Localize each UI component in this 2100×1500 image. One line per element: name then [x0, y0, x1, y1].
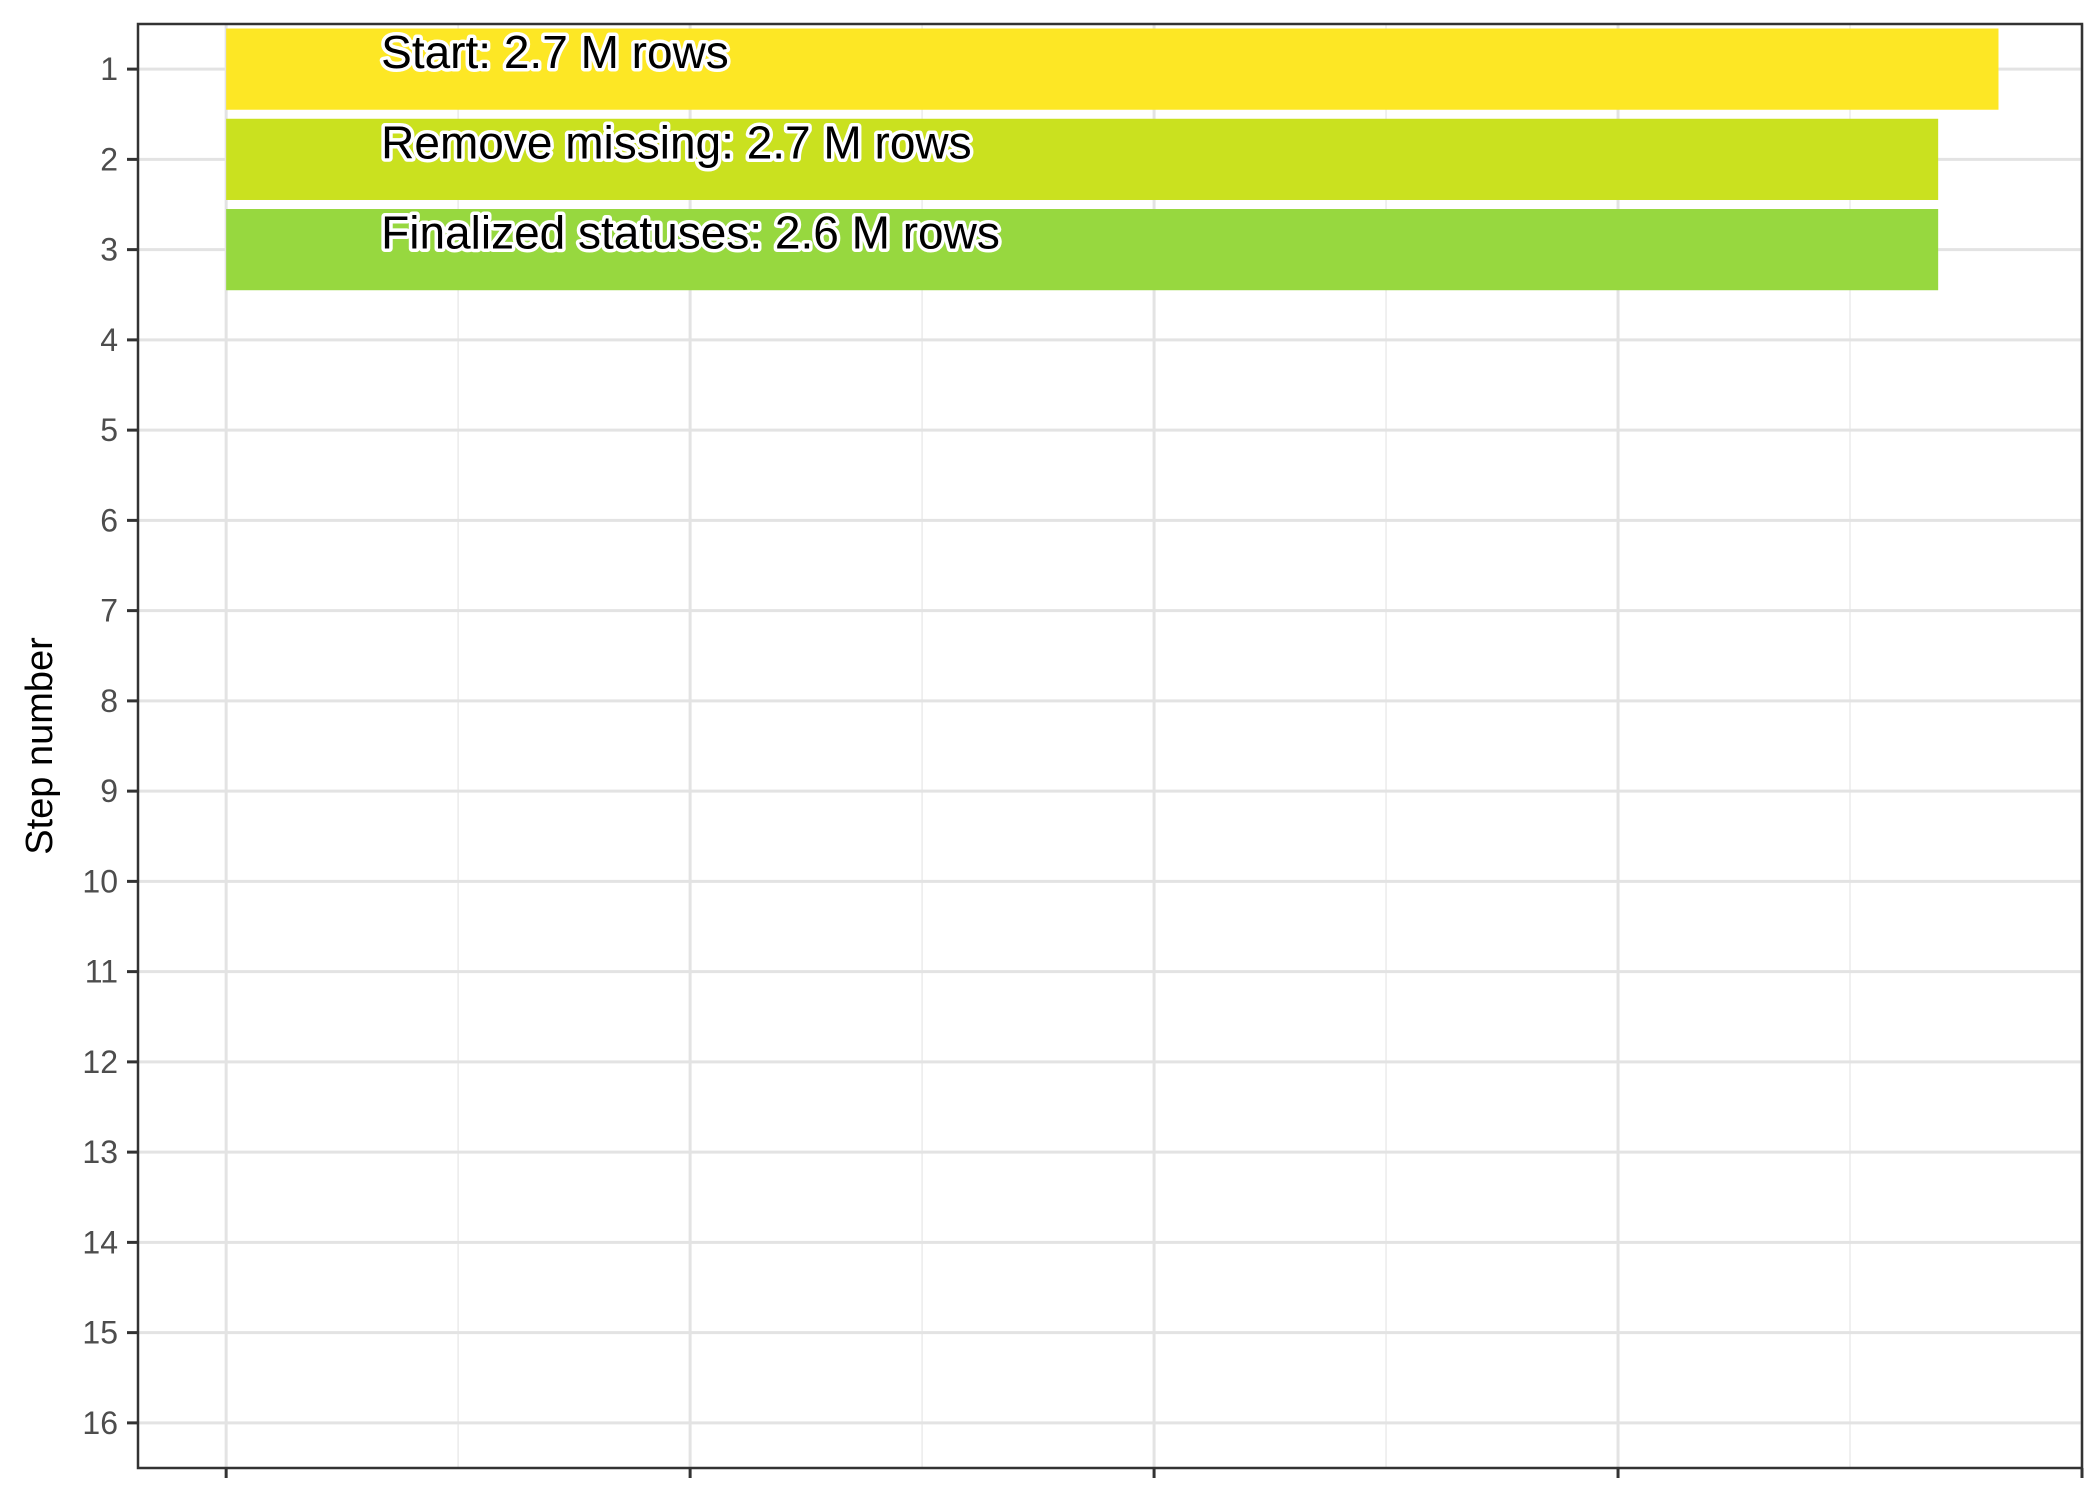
bar-label-step-2: Remove missing: 2.7 M rows — [381, 116, 972, 168]
y-tick-label: 15 — [82, 1315, 118, 1351]
y-tick-label: 14 — [82, 1224, 118, 1260]
y-tick-label: 12 — [82, 1044, 118, 1080]
y-tick-label: 9 — [100, 773, 118, 809]
y-tick-label: 6 — [100, 502, 118, 538]
y-tick-label: 5 — [100, 412, 118, 448]
y-tick-label: 10 — [82, 863, 118, 899]
step-bar-chart: Start: 2.7 M rows Remove missing: 2.7 M r… — [19, 23, 2084, 1478]
y-tick-label: 13 — [82, 1134, 118, 1170]
y-tick-label: 11 — [85, 954, 118, 990]
y-tick-label: 4 — [100, 322, 118, 358]
bar-label-step-3: Finalized statuses: 2.6 M rows — [381, 207, 1000, 259]
y-tick-label: 8 — [100, 683, 118, 719]
y-tick-label: 1 — [100, 51, 118, 87]
y-axis-title: Step number — [19, 637, 61, 855]
y-tick-label: 7 — [100, 593, 118, 629]
y-tick-label: 16 — [82, 1405, 118, 1441]
y-tick-label: 3 — [100, 232, 118, 268]
bar-label-step-1: Start: 2.7 M rows — [381, 26, 729, 78]
y-tick-label: 2 — [100, 141, 118, 177]
